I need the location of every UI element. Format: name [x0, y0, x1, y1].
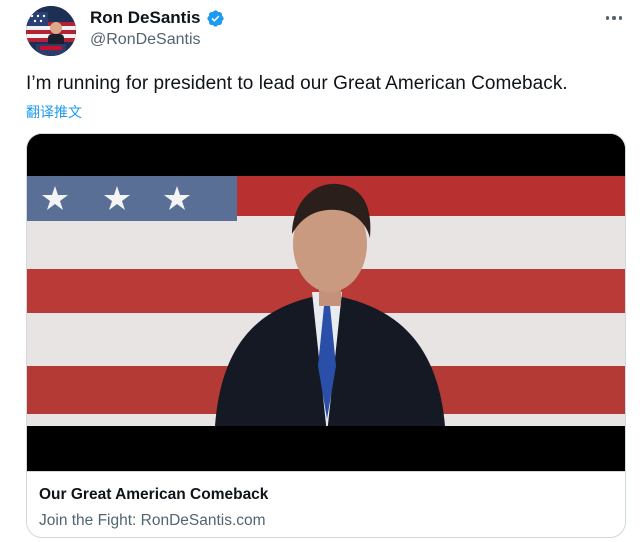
author-handle[interactable]: @RonDeSantis	[90, 31, 201, 49]
more-options-icon[interactable]	[602, 8, 626, 28]
video-thumbnail[interactable]	[27, 134, 625, 471]
card-description: Join the Fight: RonDeSantis.com	[39, 512, 266, 529]
author-name-row: Ron DeSantis	[90, 8, 225, 28]
translate-tweet-link[interactable]: 翻译推文	[26, 102, 82, 122]
tweet-text: I’m running for president to lead our Gr…	[26, 73, 568, 94]
avatar-image	[26, 6, 76, 56]
card-title[interactable]: Our Great American Comeback	[39, 486, 268, 504]
video-frame-image	[27, 134, 625, 471]
verified-badge-icon	[206, 9, 225, 28]
author-display-name[interactable]: Ron DeSantis	[90, 8, 201, 28]
card-info: Our Great American Comeback Join the Fig…	[27, 471, 625, 537]
link-card[interactable]: Our Great American Comeback Join the Fig…	[26, 133, 626, 538]
avatar[interactable]	[26, 6, 76, 56]
